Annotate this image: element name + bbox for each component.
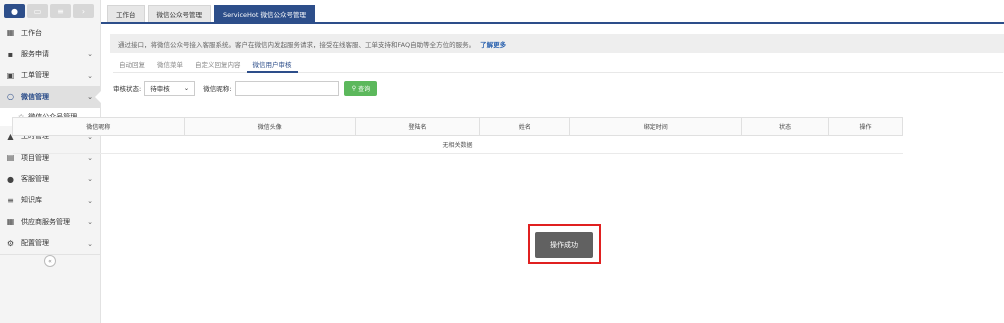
sidebar-item-label: 配置管理	[21, 239, 49, 248]
main-content: 工作台 微信公众号管理 ServiceHot 微信公众号管理 通过接口，将微信公…	[101, 0, 1004, 323]
sidebar-item-config[interactable]: ⚙ 配置管理 ⌄	[0, 233, 100, 254]
sidebar-item-wechat[interactable]: ○ 微信管理 ⌄	[0, 86, 101, 108]
chevron-down-icon: ⌄	[87, 175, 93, 184]
chevron-down-icon: ⌄	[87, 218, 93, 227]
col-nickname[interactable]: 微信昵称	[12, 117, 185, 136]
windows-icon: ▦	[6, 28, 15, 38]
sidebar-toolbar: ● ▭ ≡ ›	[0, 0, 100, 22]
rss-icon: ▣	[6, 70, 15, 80]
sidebar-item-label: 供应商服务管理	[21, 217, 70, 226]
col-bind-time[interactable]: 绑定时间	[569, 117, 743, 136]
chevron-down-icon: ⌄	[87, 196, 93, 205]
notice-text: 通过接口，将微信公众号接入客服系统。客户在微信内发起服务请求，接受在线客服、工单…	[118, 40, 476, 49]
sidebar-item-label: 工单管理	[21, 71, 49, 80]
learn-more-link[interactable]: 了解更多	[480, 39, 506, 49]
table-icon: ▤	[6, 153, 15, 163]
sidebar-item-label: 工作台	[21, 28, 42, 37]
col-actions: 操作	[828, 117, 903, 136]
table-header-row: 微信昵称 微信头像 登陆名 姓名 绑定时间 状态 操作	[12, 117, 903, 136]
col-avatar[interactable]: 微信头像	[183, 117, 356, 136]
user-review-table: 微信昵称 微信头像 登陆名 姓名 绑定时间 状态 操作 无相关数据	[12, 117, 903, 154]
tab-workbench[interactable]: 工作台	[107, 5, 145, 22]
chevron-down-icon: ⌄	[87, 239, 93, 248]
sidebar-item-label: 知识库	[21, 196, 42, 205]
empty-text: 无相关数据	[12, 135, 903, 154]
subtab-user-review[interactable]: 微信用户审核	[246, 60, 298, 73]
list-icon: ≡	[7, 195, 14, 205]
monitor-icon[interactable]: ▭	[27, 4, 48, 18]
tab-wechat-account[interactable]: 微信公众号管理	[147, 5, 211, 22]
status-select-value: 待审核	[150, 85, 170, 93]
sidebar-item-workbench[interactable]: ▦ 工作台	[0, 22, 100, 43]
sidebar-item-knowledge[interactable]: ≡ 知识库 ⌄	[0, 190, 100, 211]
sidebar-item-label: 服务申请	[21, 50, 49, 59]
chevron-down-icon: ⌄	[87, 50, 93, 59]
col-status[interactable]: 状态	[741, 117, 830, 136]
list-icon[interactable]: ≡	[50, 4, 71, 18]
query-button[interactable]: ⚲ 查询	[344, 80, 378, 96]
status-select[interactable]: 待审核 ⌄	[144, 80, 196, 96]
filter-bar: 审核状态: 待审核 ⌄ 微信昵称: ⚲ 查询	[113, 80, 1004, 96]
sidebar-item-label: 客服管理	[21, 175, 49, 184]
grid-icon: ▦	[6, 217, 15, 227]
sidebar-item-label: 项目管理	[21, 153, 49, 162]
info-notice: 通过接口，将微信公众号接入客服系统。客户在微信内发起服务请求，接受在线客服、工单…	[110, 34, 1004, 53]
chevron-down-icon: ⌄	[87, 93, 93, 102]
sidebar-collapse-row: «	[0, 253, 100, 268]
chevron-down-icon: ⌄	[183, 84, 190, 92]
col-name[interactable]: 姓名	[479, 117, 571, 136]
tab-bar: 工作台 微信公众号管理 ServiceHot 微信公众号管理	[101, 0, 1004, 24]
subtab-wechat-menu[interactable]: 微信菜单	[151, 60, 189, 73]
chevron-down-icon: ⌄	[87, 71, 93, 80]
query-button-label: 查询	[358, 85, 371, 93]
sidebar: ● ▭ ≡ › ▦ 工作台 ▪ 服务申请 ⌄ ▣ 工单管理 ⌄ ○ 微信管理 ⌄…	[0, 0, 101, 323]
chevron-down-icon: ⌄	[87, 153, 93, 162]
subtab-auto-reply[interactable]: 自动回复	[113, 60, 151, 73]
gear-icon: ⚙	[6, 238, 15, 248]
book-icon: ▪	[7, 49, 14, 59]
person-icon[interactable]: ●	[4, 4, 25, 18]
col-login[interactable]: 登陆名	[354, 117, 481, 136]
subtab-bar: 自动回复 微信菜单 自定义回复内容 微信用户审核	[113, 60, 1003, 73]
sidebar-item-label: 微信管理	[21, 92, 49, 101]
subtab-custom-reply[interactable]: 自定义回复内容	[189, 60, 247, 73]
tab-servicehot-wechat[interactable]: ServiceHot 微信公众号管理	[214, 5, 316, 22]
nickname-input[interactable]	[235, 80, 340, 96]
collapse-icon[interactable]: «	[44, 255, 56, 268]
table-empty-row: 无相关数据	[12, 135, 903, 154]
status-label: 审核状态:	[113, 85, 142, 93]
chevron-icon[interactable]: ›	[73, 4, 94, 18]
search-icon: ⚲	[351, 84, 357, 92]
sidebar-item-service-request[interactable]: ▪ 服务申请 ⌄	[0, 43, 100, 64]
user-icon: ●	[7, 174, 14, 184]
chat-icon: ○	[7, 92, 14, 102]
sidebar-item-supplier[interactable]: ▦ 供应商服务管理 ⌄	[0, 211, 100, 232]
sidebar-item-customer-service[interactable]: ● 客服管理 ⌄	[0, 168, 100, 189]
sidebar-item-tickets[interactable]: ▣ 工单管理 ⌄	[0, 65, 100, 86]
nickname-label: 微信昵称:	[203, 85, 232, 93]
success-toast: 操作成功	[535, 232, 593, 258]
